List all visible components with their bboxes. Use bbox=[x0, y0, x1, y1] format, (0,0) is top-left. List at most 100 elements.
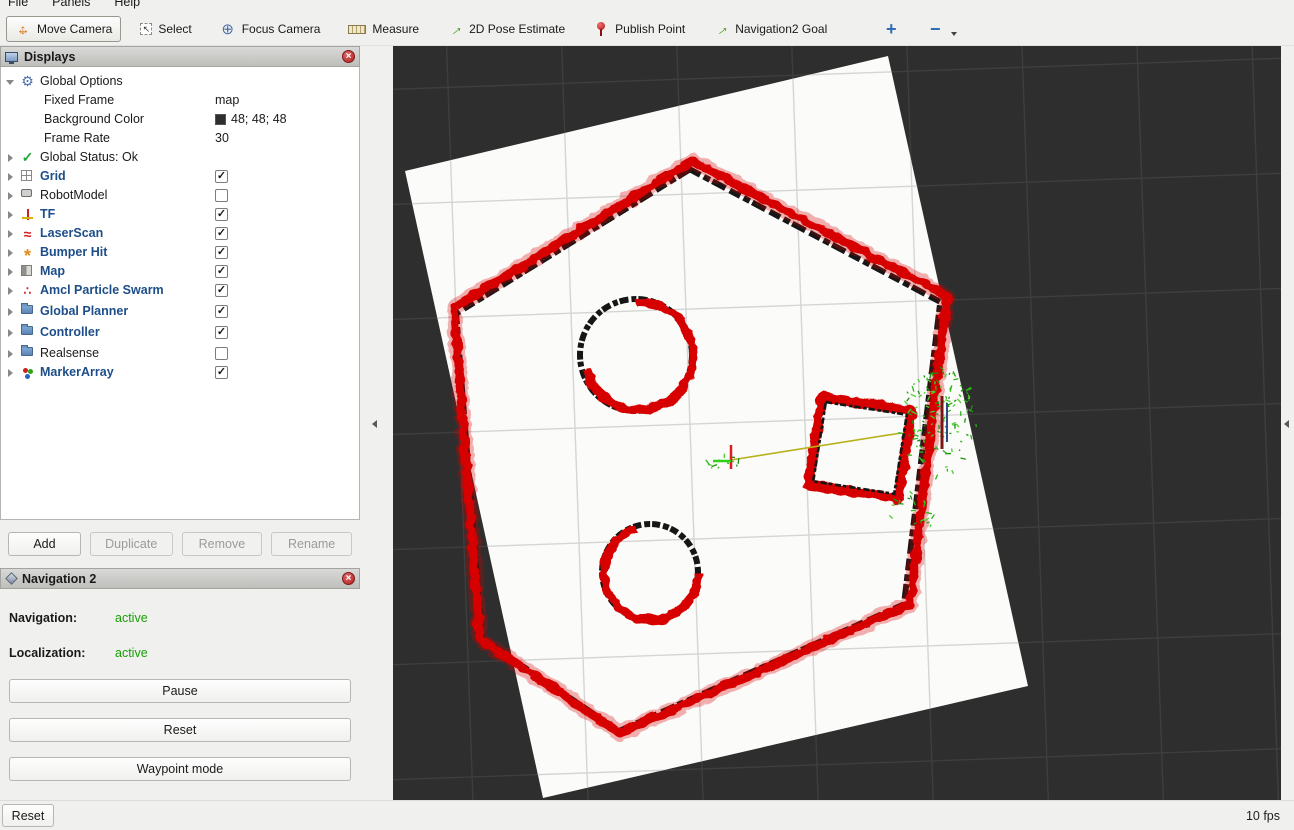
row-label: Fixed Frame bbox=[44, 93, 114, 107]
visibility-checkbox[interactable] bbox=[215, 208, 228, 221]
collapse-right-icon[interactable] bbox=[1284, 420, 1289, 428]
expander-icon[interactable] bbox=[8, 287, 13, 295]
add-button[interactable]: Add bbox=[8, 532, 81, 556]
pose-estimate-tool[interactable]: 2D Pose Estimate bbox=[438, 16, 574, 42]
focus-camera-icon bbox=[220, 21, 236, 37]
display-label: Amcl Particle Swarm bbox=[40, 283, 164, 297]
status-bar: Reset 10 fps bbox=[0, 800, 1294, 830]
tool-label: Navigation2 Goal bbox=[735, 22, 827, 36]
row-label: Frame Rate bbox=[44, 131, 110, 145]
fixed-frame-value[interactable]: map bbox=[215, 93, 239, 107]
expander-icon[interactable] bbox=[6, 80, 14, 85]
navigation2-close-button[interactable]: × bbox=[342, 572, 355, 585]
display-row-grid[interactable]: Grid bbox=[1, 167, 359, 186]
navigation-status-label: Navigation: bbox=[9, 611, 115, 628]
waypoint-mode-button[interactable]: Waypoint mode bbox=[9, 757, 351, 781]
tree-row-global-status[interactable]: Global Status: Ok bbox=[1, 148, 359, 167]
remove-tool-button[interactable] bbox=[918, 16, 966, 42]
reset-nav-button[interactable]: Reset bbox=[9, 718, 351, 742]
expander-icon[interactable] bbox=[8, 230, 13, 238]
display-row-global-planner[interactable]: Global Planner bbox=[1, 302, 359, 321]
3d-scene[interactable] bbox=[393, 46, 1281, 800]
select-tool[interactable]: Select bbox=[131, 17, 200, 41]
background-color-value[interactable]: 48; 48; 48 bbox=[215, 112, 287, 126]
menu-help[interactable]: Help bbox=[112, 0, 142, 10]
visibility-checkbox[interactable] bbox=[215, 227, 228, 240]
visibility-checkbox[interactable] bbox=[215, 347, 228, 360]
display-row-robotmodel[interactable]: RobotModel bbox=[1, 186, 359, 205]
display-row-bumper-hit[interactable]: Bumper Hit bbox=[1, 243, 359, 262]
panel-splitter[interactable] bbox=[360, 46, 393, 800]
visibility-checkbox[interactable] bbox=[215, 189, 228, 202]
row-label: Global Status: Ok bbox=[40, 150, 138, 164]
tree-row-frame-rate[interactable]: Frame Rate 30 bbox=[1, 129, 359, 148]
tool-label: Publish Point bbox=[615, 22, 685, 36]
rviz-window: File Panels Help Move Camera Select Focu… bbox=[0, 0, 1294, 830]
navigation2-panel-body: Navigation: active Localization: active … bbox=[0, 589, 360, 781]
display-label: RobotModel bbox=[40, 188, 107, 202]
publish-point-tool[interactable]: Publish Point bbox=[584, 16, 694, 42]
add-tool-button[interactable] bbox=[874, 16, 908, 42]
display-row-tf[interactable]: TF bbox=[1, 205, 359, 224]
displays-close-button[interactable]: × bbox=[342, 50, 355, 63]
reset-time-button[interactable]: Reset bbox=[2, 804, 54, 827]
tool-label: Select bbox=[158, 22, 191, 36]
expander-icon[interactable] bbox=[8, 211, 13, 219]
expander-icon[interactable] bbox=[8, 329, 13, 337]
display-row-controller[interactable]: Controller bbox=[1, 323, 359, 342]
display-row-markerarray[interactable]: MarkerArray bbox=[1, 363, 359, 382]
nav2-goal-tool[interactable]: Navigation2 Goal bbox=[704, 16, 836, 42]
color-swatch bbox=[215, 114, 226, 125]
menu-panels[interactable]: Panels bbox=[50, 0, 92, 10]
visibility-checkbox[interactable] bbox=[215, 366, 228, 379]
visibility-checkbox[interactable] bbox=[215, 305, 228, 318]
visibility-checkbox[interactable] bbox=[215, 284, 228, 297]
expander-icon[interactable] bbox=[8, 369, 13, 377]
rename-button: Rename bbox=[271, 532, 352, 556]
tool-label: Measure bbox=[372, 22, 419, 36]
display-row-amcl[interactable]: Amcl Particle Swarm bbox=[1, 281, 359, 300]
tree-row-background-color[interactable]: Background Color 48; 48; 48 bbox=[1, 110, 359, 129]
navigation2-panel-header[interactable]: Navigation 2 × bbox=[0, 568, 360, 589]
measure-tool[interactable]: Measure bbox=[339, 17, 428, 41]
focus-camera-tool[interactable]: Focus Camera bbox=[211, 16, 330, 42]
move-camera-tool[interactable]: Move Camera bbox=[6, 16, 121, 42]
expander-icon[interactable] bbox=[8, 192, 13, 200]
fps-counter: 10 fps bbox=[1246, 809, 1280, 823]
display-row-map[interactable]: Map bbox=[1, 262, 359, 281]
tree-row-fixed-frame[interactable]: Fixed Frame map bbox=[1, 91, 359, 110]
markerarray-display-icon bbox=[21, 366, 34, 379]
displays-panel-title: Displays bbox=[24, 50, 75, 64]
expander-icon[interactable] bbox=[8, 249, 13, 257]
expander-icon[interactable] bbox=[8, 154, 13, 162]
expander-icon[interactable] bbox=[8, 308, 13, 316]
visibility-checkbox[interactable] bbox=[215, 170, 228, 183]
move-camera-icon bbox=[15, 21, 31, 37]
menu-file[interactable]: File bbox=[6, 0, 30, 10]
map-display-icon bbox=[21, 265, 32, 276]
display-label: Grid bbox=[40, 169, 66, 183]
frame-rate-value[interactable]: 30 bbox=[215, 131, 229, 145]
expander-icon[interactable] bbox=[8, 173, 13, 181]
displays-panel-header[interactable]: Displays × bbox=[0, 46, 360, 67]
visibility-checkbox[interactable] bbox=[215, 265, 228, 278]
tree-row-global-options[interactable]: Global Options bbox=[1, 72, 359, 91]
toolbar: Move Camera Select Focus Camera Measure … bbox=[0, 13, 1294, 46]
right-splitter[interactable] bbox=[1281, 46, 1294, 800]
visibility-checkbox[interactable] bbox=[215, 326, 228, 339]
collapse-left-icon[interactable] bbox=[372, 420, 377, 428]
visibility-checkbox[interactable] bbox=[215, 246, 228, 259]
navigation2-panel-title: Navigation 2 bbox=[22, 572, 96, 586]
expander-icon[interactable] bbox=[8, 350, 13, 358]
color-text: 48; 48; 48 bbox=[231, 112, 287, 126]
display-row-laserscan[interactable]: LaserScan bbox=[1, 224, 359, 243]
main-area: Displays × Global Options Fixed Frame ma… bbox=[0, 46, 1294, 800]
render-viewport[interactable] bbox=[393, 46, 1281, 800]
pause-button[interactable]: Pause bbox=[9, 679, 351, 703]
plus-icon bbox=[883, 21, 899, 37]
display-row-realsense[interactable]: Realsense bbox=[1, 344, 359, 363]
display-label: Global Planner bbox=[40, 304, 128, 318]
expander-icon[interactable] bbox=[8, 268, 13, 276]
tool-label: Focus Camera bbox=[242, 22, 321, 36]
publish-point-icon bbox=[593, 21, 609, 37]
